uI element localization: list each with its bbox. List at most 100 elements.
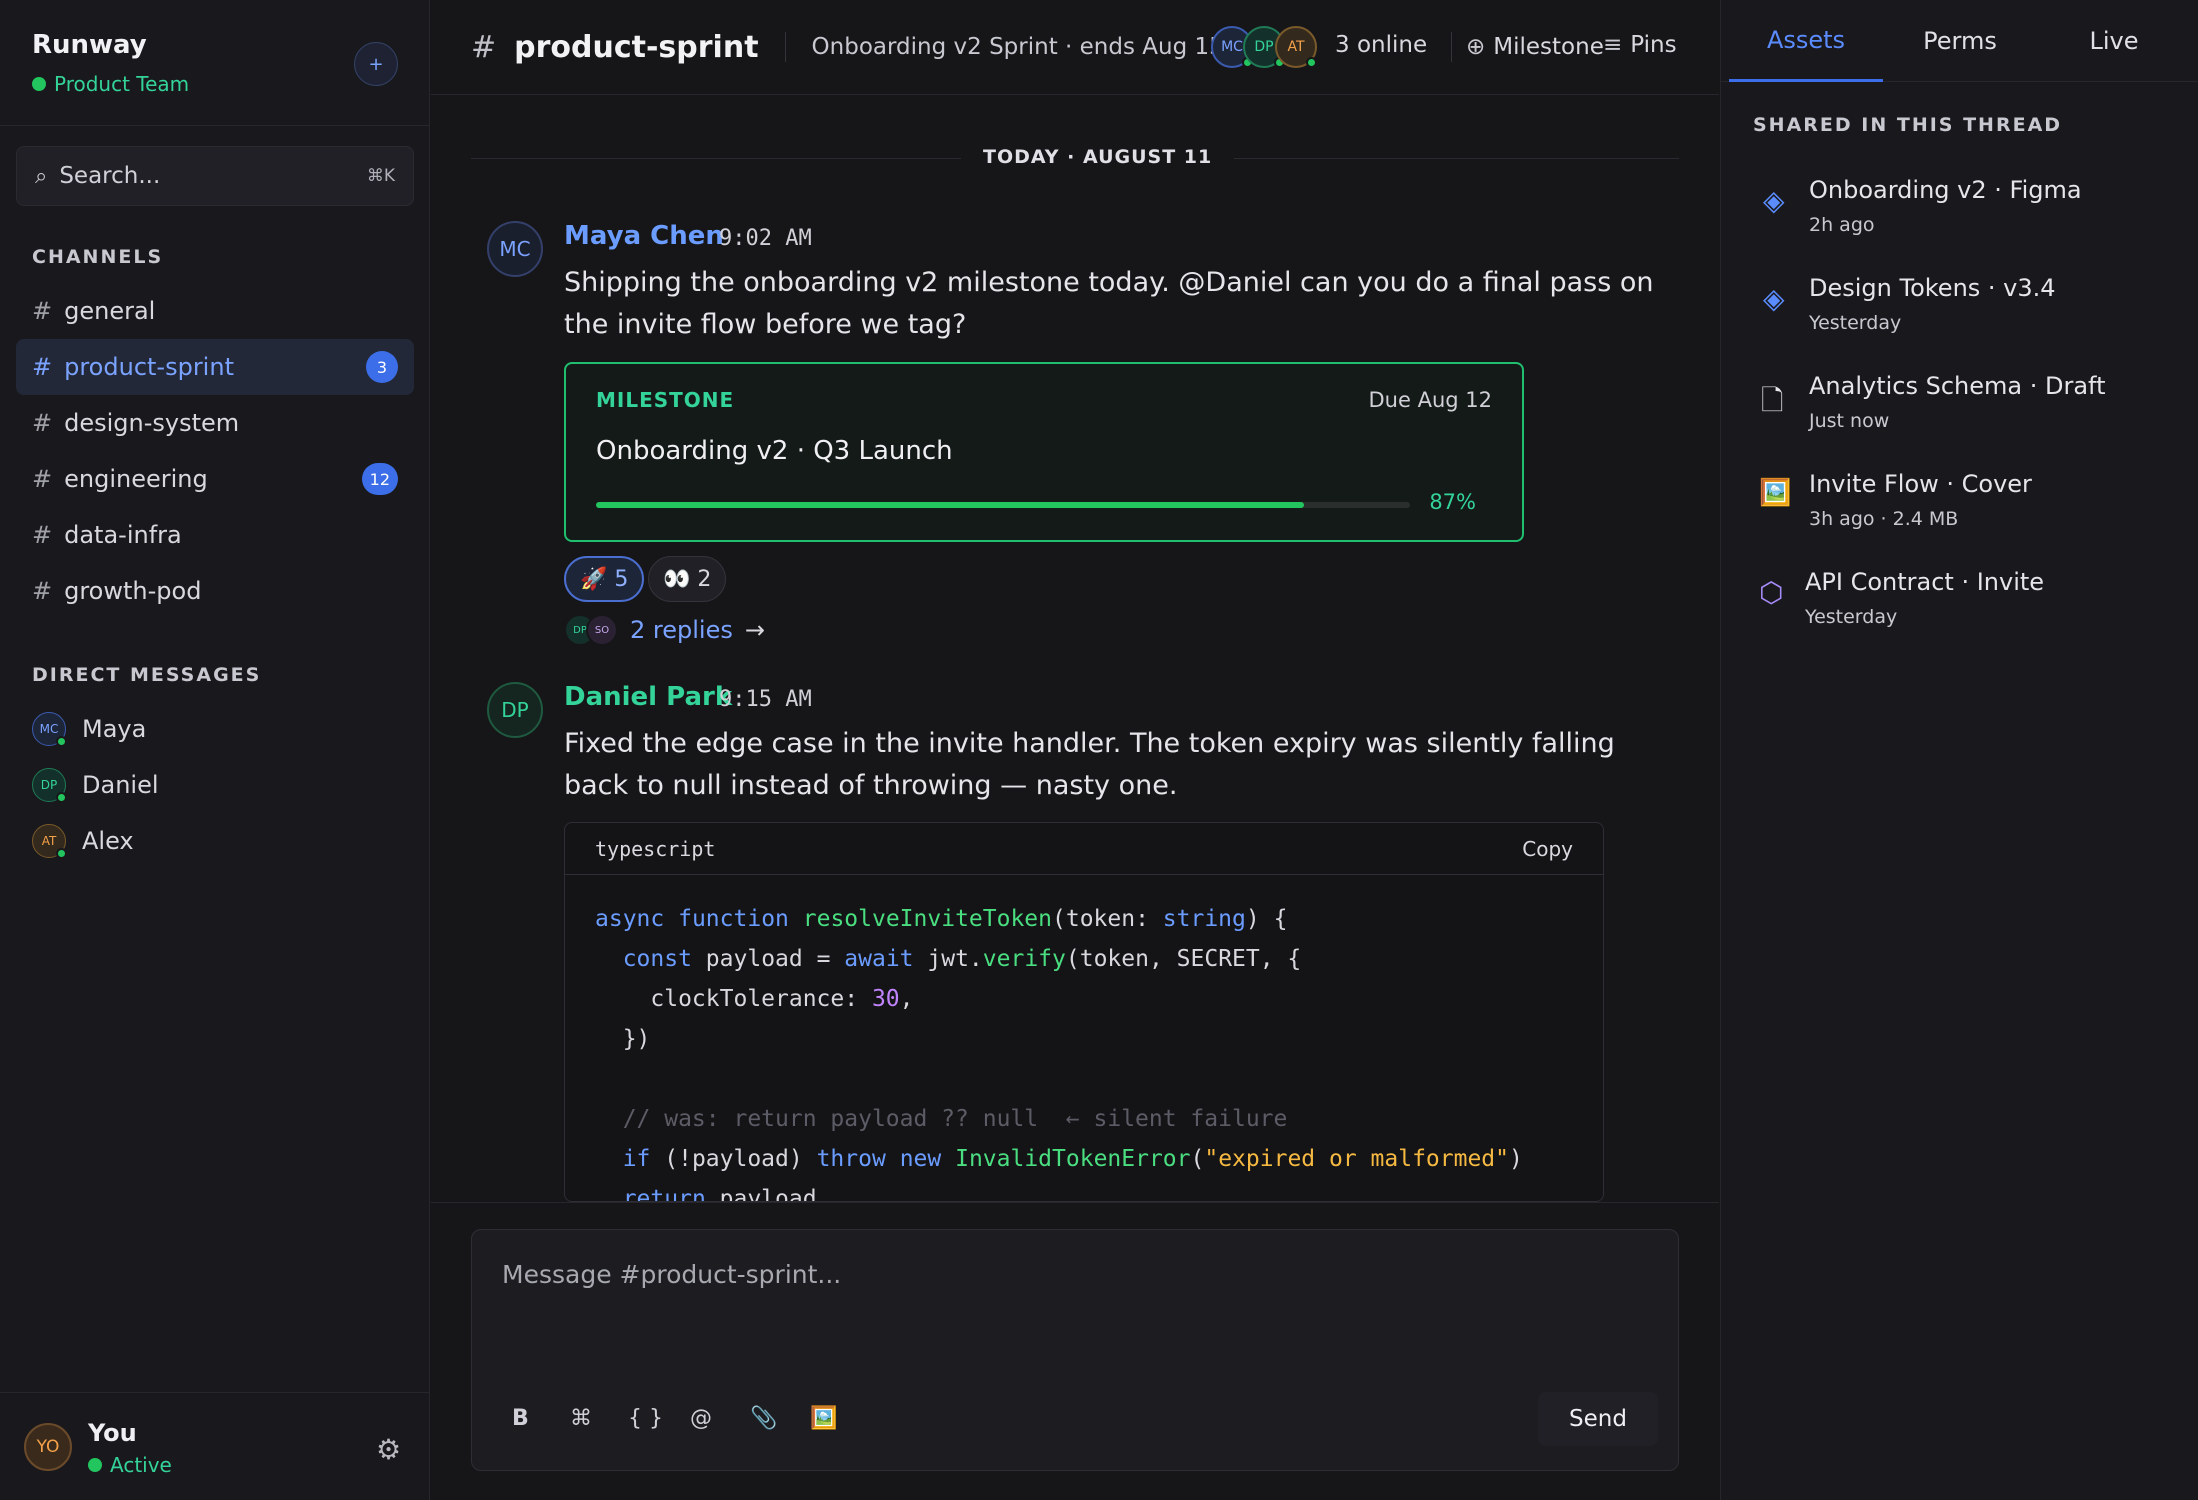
asset-item[interactable]: ◈ Design Tokens · v3.4 Yesterday xyxy=(1753,266,2173,346)
dm-item-alex[interactable]: AT Alex xyxy=(32,824,134,859)
online-avatars[interactable]: MC DP AT xyxy=(1211,26,1317,68)
hash-icon: # xyxy=(32,465,53,493)
code-content: async function resolveInviteToken(token:… xyxy=(565,875,1603,1202)
asset-title: Invite Flow · Cover xyxy=(1809,470,2032,498)
hexagon-icon: ⬡ xyxy=(1759,576,1784,609)
asset-title: API Contract · Invite xyxy=(1805,568,2045,596)
asset-item[interactable]: ◈ Onboarding v2 · Figma 2h ago xyxy=(1753,168,2173,248)
send-button[interactable]: Send xyxy=(1538,1392,1658,1446)
sidebar-item-growth-pod[interactable]: # growth-pod xyxy=(16,563,414,619)
shared-label: SHARED IN THIS THREAD xyxy=(1753,114,2063,136)
search-icon: ⌕ xyxy=(35,163,48,189)
code-line: return payload xyxy=(622,1186,817,1202)
pins-label: Pins xyxy=(1630,32,1677,58)
sidebar-item-engineering[interactable]: # engineering 12 xyxy=(16,451,414,507)
online-count: 3 online xyxy=(1335,32,1428,58)
avatar: DP xyxy=(32,768,67,803)
sidebar-item-general[interactable]: # general xyxy=(16,283,414,339)
milestone-button[interactable]: ⊕ Milestone xyxy=(1451,32,1604,62)
milestone-progress-fill xyxy=(596,502,1305,508)
code-button[interactable]: { } xyxy=(628,1406,663,1431)
hash-icon: # xyxy=(32,521,53,549)
reaction-rocket[interactable]: 🚀 5 xyxy=(564,556,645,602)
command-button[interactable]: ⌘ xyxy=(570,1406,592,1431)
code-line: const payload = await jwt.verify(token, … xyxy=(622,946,1302,972)
online-dot-icon xyxy=(56,848,67,859)
search-input[interactable]: ⌕ Search... ⌘K xyxy=(16,146,414,206)
tab-perms[interactable]: Perms xyxy=(1883,0,2037,82)
code-line: if (!payload) throw new InvalidTokenErro… xyxy=(622,1146,1523,1172)
avatar-initials: MC xyxy=(39,722,59,736)
milestone-label: MILESTONE xyxy=(596,388,735,412)
message-text: Shipping the onboarding v2 milestone tod… xyxy=(564,267,1654,340)
image-icon[interactable]: 🖼️ xyxy=(810,1406,837,1431)
milestone-title: Onboarding v2 · Q3 Launch xyxy=(596,436,953,466)
direct-messages-label: DIRECT MESSAGES xyxy=(32,664,262,686)
message-input[interactable]: Message #product-sprint... B ⌘ { } @ 📎 🖼… xyxy=(471,1229,1679,1471)
code-header: typescript Copy xyxy=(565,823,1603,875)
message-time: 9:02 AM xyxy=(719,226,812,251)
avatar[interactable]: YO xyxy=(24,1423,72,1471)
code-line: }) xyxy=(595,1026,651,1052)
reaction-eyes[interactable]: 👀 2 xyxy=(648,556,727,602)
channel-label: product-sprint xyxy=(64,353,234,381)
milestone-card[interactable]: MILESTONE Due Aug 12 Onboarding v2 · Q3 … xyxy=(564,362,1524,542)
sidebar-item-data-infra[interactable]: # data-infra xyxy=(16,507,414,563)
channels-label: CHANNELS xyxy=(32,246,164,268)
code-block: typescript Copy async function resolveIn… xyxy=(564,822,1604,1202)
asset-item[interactable]: ⬡ API Contract · Invite Yesterday xyxy=(1753,560,2173,640)
pins-button[interactable]: ≡ Pins xyxy=(1603,32,1677,58)
image-icon: 🖼️ xyxy=(1759,478,1792,508)
list-icon: ≡ xyxy=(1603,32,1623,58)
sidebar-item-design-system[interactable]: # design-system xyxy=(16,395,414,451)
avatar[interactable]: MC xyxy=(487,221,543,277)
channel-subtitle: Onboarding v2 Sprint · ends Aug 15 xyxy=(784,32,1224,62)
reaction-count: 2 xyxy=(697,566,712,592)
bold-button[interactable]: B xyxy=(512,1406,529,1431)
avatar[interactable]: DP xyxy=(487,682,543,738)
user-status: Active xyxy=(88,1453,172,1477)
attach-icon[interactable]: 📎 xyxy=(750,1406,777,1431)
tab-live[interactable]: Live xyxy=(2037,0,2191,82)
copy-button[interactable]: Copy xyxy=(1522,837,1573,861)
sidebar: Runway Product Team + ⌕ Search... ⌘K CHA… xyxy=(0,0,430,1500)
message-author[interactable]: Daniel Park xyxy=(564,682,732,712)
channel-label: growth-pod xyxy=(64,577,202,605)
channel-view: # product-sprint Onboarding v2 Sprint · e… xyxy=(431,0,1719,1500)
hash-icon: # xyxy=(32,577,53,605)
message-author[interactable]: Maya Chen xyxy=(564,221,724,251)
add-button[interactable]: + xyxy=(354,42,398,86)
avatar-initials: MC xyxy=(499,237,531,261)
dm-label: Daniel xyxy=(82,771,159,799)
reaction-count: 5 xyxy=(614,566,629,592)
tab-assets[interactable]: Assets xyxy=(1729,0,1883,82)
gear-icon[interactable]: ⚙ xyxy=(376,1433,401,1466)
avatar-initials: DP xyxy=(40,778,58,792)
status-dot-icon xyxy=(32,77,46,91)
asset-item[interactable]: 🗋 Analytics Schema · Draft Just now xyxy=(1753,364,2173,444)
hash-icon: # xyxy=(32,409,53,437)
avatar-initials: DP xyxy=(501,698,529,722)
document-icon: 🗋 xyxy=(1761,384,1784,417)
milestone-due: Due Aug 12 xyxy=(1368,388,1492,412)
dm-item-maya[interactable]: MC Maya xyxy=(32,712,146,747)
workspace-name[interactable]: Runway xyxy=(32,30,147,60)
date-divider: TODAY · AUGUST 11 xyxy=(961,146,1235,168)
asset-item[interactable]: 🖼️ Invite Flow · Cover 3h ago · 2.4 MB xyxy=(1753,462,2173,542)
sidebar-item-product-sprint[interactable]: # product-sprint 3 xyxy=(16,339,414,395)
avatar-initials: YO xyxy=(36,1437,60,1457)
channel-label: general xyxy=(64,297,156,325)
avatar: AT xyxy=(1275,26,1317,68)
avatar-initials: DP xyxy=(1254,39,1274,55)
hash-icon: # xyxy=(32,297,53,325)
code-line: clockTolerance: 30, xyxy=(595,986,914,1012)
asset-title: Analytics Schema · Draft xyxy=(1809,372,2106,400)
thread-replies-link[interactable]: DP SO 2 replies → xyxy=(564,614,765,646)
mention-button[interactable]: @ xyxy=(690,1406,712,1431)
avatar-initials: AT xyxy=(1287,39,1305,55)
workspace-header: Runway Product Team + xyxy=(0,0,430,126)
dm-item-daniel[interactable]: DP Daniel xyxy=(32,768,159,803)
online-dot-icon xyxy=(1306,57,1317,68)
replies-label: 2 replies xyxy=(630,616,733,644)
right-panel: Assets Perms Live SHARED IN THIS THREAD … xyxy=(1720,0,2198,1500)
